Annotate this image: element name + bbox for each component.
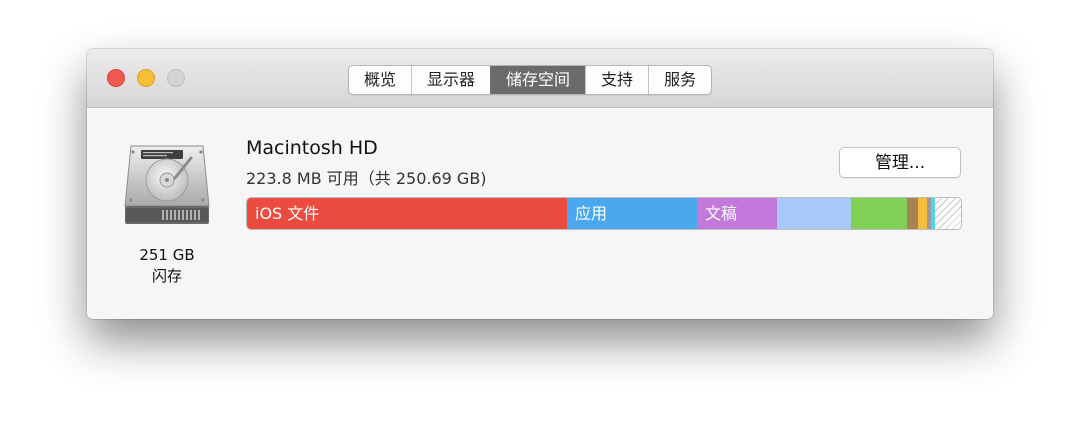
tab-bar: 概览 显示器 储存空间 支持 服务 <box>348 65 713 95</box>
drive-availability: 223.8 MB 可用（共 250.69 GB) <box>246 169 487 188</box>
storage-segment-label: iOS 文件 <box>255 204 320 223</box>
tab-storage[interactable]: 储存空间 <box>490 66 586 94</box>
storage-segment[interactable] <box>777 198 851 229</box>
title-bar: 概览 显示器 储存空间 支持 服务 <box>87 49 993 108</box>
disk-type: 闪存 <box>151 267 182 285</box>
tab-displays[interactable]: 显示器 <box>411 66 490 94</box>
storage-segment[interactable] <box>907 198 918 229</box>
hard-drive-icon <box>124 145 210 224</box>
tab-support[interactable]: 支持 <box>585 66 648 94</box>
manage-button[interactable]: 管理... <box>839 147 961 178</box>
system-info-window: 概览 显示器 储存空间 支持 服务 251 GB 闪存 Macintosh HD… <box>87 49 993 319</box>
tab-service[interactable]: 服务 <box>648 66 711 94</box>
storage-segment[interactable]: 应用 <box>567 198 697 229</box>
drive-name: Macintosh HD <box>246 137 378 159</box>
zoom-button[interactable] <box>167 69 185 87</box>
close-button[interactable] <box>107 69 125 87</box>
storage-segment[interactable]: iOS 文件 <box>247 198 567 229</box>
storage-segment[interactable] <box>918 198 927 229</box>
storage-segment-label: 文稿 <box>705 204 738 223</box>
storage-segment-label: 应用 <box>575 204 608 223</box>
storage-segment-free <box>935 198 961 229</box>
desktop-background: 概览 显示器 储存空间 支持 服务 251 GB 闪存 Macintosh HD… <box>0 0 1080 443</box>
minimize-button[interactable] <box>137 69 155 87</box>
storage-segment[interactable] <box>851 198 907 229</box>
tab-overview[interactable]: 概览 <box>349 66 411 94</box>
disk-capacity: 251 GB <box>139 246 195 264</box>
disk-caption: 251 GB 闪存 <box>107 245 227 287</box>
storage-segment[interactable]: 文稿 <box>697 198 777 229</box>
storage-pane: 251 GB 闪存 Macintosh HD 223.8 MB 可用（共 250… <box>87 108 993 319</box>
storage-usage-bar: iOS 文件 应用 文稿 <box>246 197 962 230</box>
